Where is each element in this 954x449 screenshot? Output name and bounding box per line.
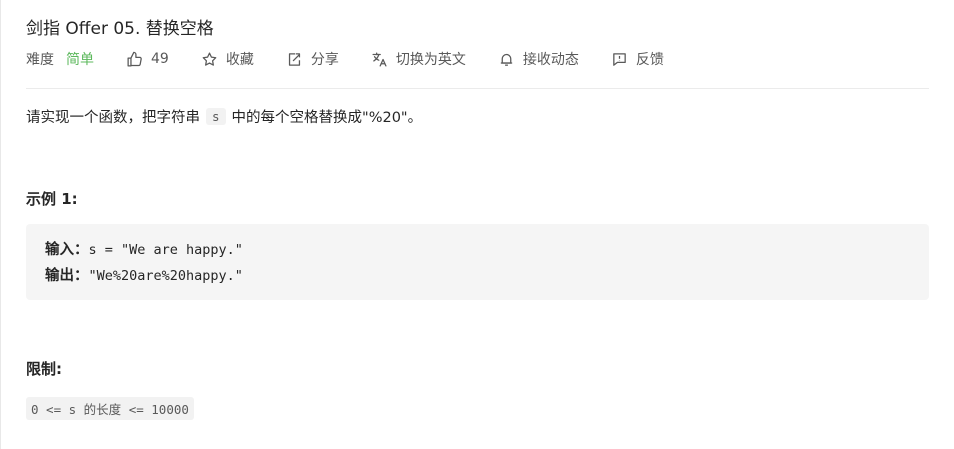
share-label: 分享 [310, 52, 339, 68]
favorite-button[interactable]: 收藏 [201, 49, 254, 69]
subscribe-updates-label: 接收动态 [522, 52, 579, 68]
divider [26, 88, 929, 89]
problem-description: 请实现一个函数，把字符串 s 中的每个空格替换成"%20"。 [26, 106, 422, 127]
description-text-tail: 中的每个空格替换成"%20"。 [231, 110, 423, 126]
example-heading: 示例 1: [26, 190, 78, 208]
problem-description-panel: 剑指 Offer 05. 替换空格 难度 简单 49 收藏 分享 切换为英文 接… [0, 0, 954, 449]
input-value: s = "We are happy." [88, 242, 243, 258]
description-text: 请实现一个函数，把字符串 [26, 110, 200, 126]
thumbs-up-icon [127, 51, 142, 67]
switch-language-button[interactable]: 切换为英文 [371, 49, 466, 69]
feedback-label: 反馈 [635, 52, 664, 68]
likes-count: 49 [151, 51, 169, 67]
feedback-icon [613, 52, 626, 66]
translate-icon [372, 51, 387, 67]
bell-icon [500, 53, 512, 66]
constraint-item: 0 <= s 的长度 <= 10000 [26, 397, 194, 420]
example-output-line: 输出："We%20are%20happy." [45, 264, 243, 285]
share-button[interactable]: 分享 [286, 49, 339, 69]
star-icon [202, 51, 217, 66]
like-button[interactable]: 49 [126, 51, 169, 68]
subscribe-updates-button[interactable]: 接收动态 [498, 49, 579, 69]
input-label: 输入： [45, 242, 89, 258]
favorite-label: 收藏 [225, 52, 254, 68]
output-value: "We%20are%20happy." [88, 268, 243, 284]
problem-title: 剑指 Offer 05. 替换空格 [26, 19, 214, 39]
switch-language-label: 切换为英文 [395, 52, 466, 68]
problem-meta-bar: 难度 简单 49 收藏 分享 切换为英文 接收动态 反馈 [26, 48, 696, 70]
inline-code: s [206, 108, 226, 125]
constraints-heading: 限制: [26, 360, 62, 378]
difficulty-label: 难度 [26, 52, 54, 68]
example-input-line: 输入：s = "We are happy." [45, 238, 243, 259]
output-label: 输出： [45, 268, 89, 284]
share-icon [288, 52, 300, 66]
feedback-button[interactable]: 反馈 [611, 49, 664, 69]
difficulty-value: 简单 [66, 52, 94, 68]
example-code-block: 输入：s = "We are happy." 输出："We%20are%20ha… [26, 224, 929, 300]
